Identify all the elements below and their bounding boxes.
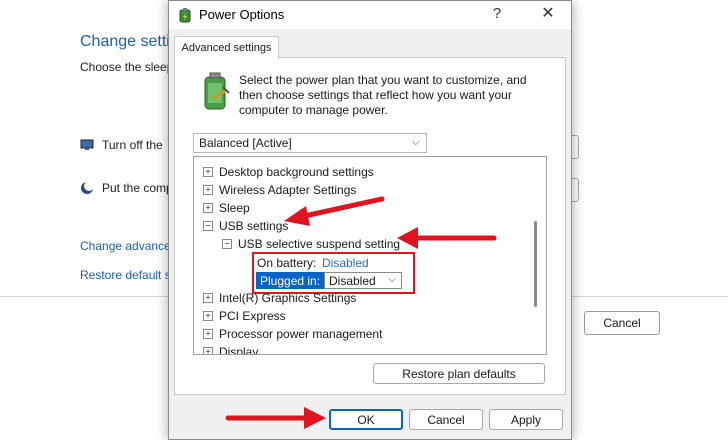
arrow-usb-suspend — [397, 227, 497, 249]
arrow-usb-settings — [284, 196, 385, 226]
arrow-ok-button — [225, 407, 326, 429]
annotation-arrows — [225, 196, 497, 429]
tab-advanced-settings[interactable]: Advanced settings — [174, 36, 279, 59]
